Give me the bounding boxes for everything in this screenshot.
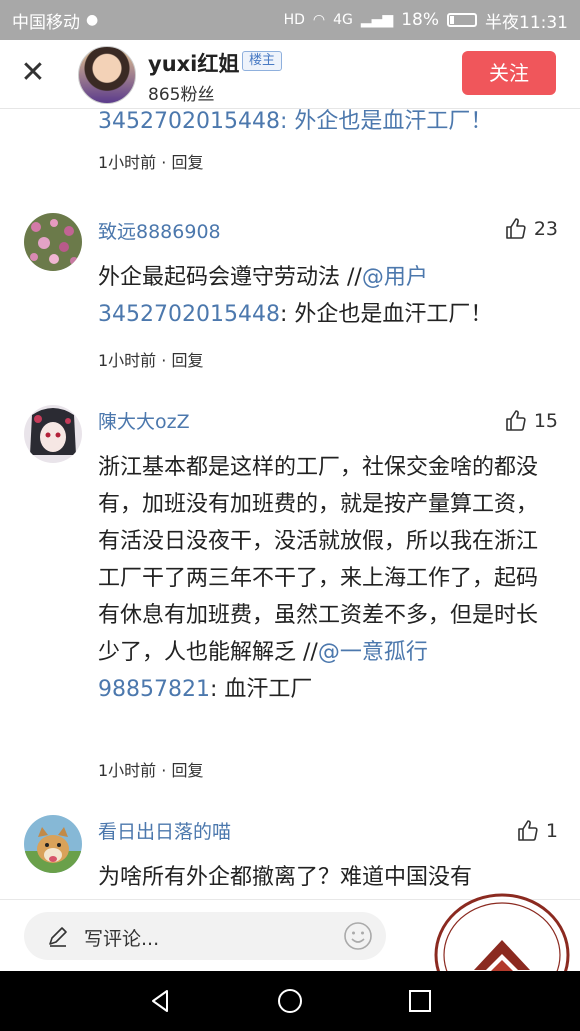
comment-meta[interactable]: 1小时前 · 回复 [98, 149, 203, 173]
comment-placeholder: 写评论... [84, 928, 160, 950]
battery-icon [447, 13, 477, 27]
signal-icon: ▂▄▆ [360, 12, 394, 28]
author-avatar[interactable] [78, 46, 136, 104]
comment-text: 为啥所有外企都撤离了？难道中国没有 [98, 859, 544, 896]
battery-percent: 18% [401, 10, 439, 30]
comment-text: 外企最起码会遵守劳动法 //@用户3452702015448: 外企也是血汗工厂… [98, 259, 544, 333]
like-count: 15 [533, 410, 558, 432]
comment-body: 外企最起码会遵守劳动法 // [98, 265, 362, 290]
wifi-icon: ◠ [312, 12, 326, 28]
carrier-label: 中国移动 [12, 12, 80, 33]
like-count: 23 [533, 218, 558, 240]
like-button[interactable]: 15 [504, 409, 558, 433]
commenter-avatar[interactable] [24, 405, 82, 463]
thumbs-up-icon [506, 410, 526, 431]
owner-badge: 楼主 [242, 51, 283, 71]
comment-input[interactable]: 写评论... [24, 912, 386, 960]
hd-label: HD [283, 12, 305, 28]
thumbs-up-icon [506, 218, 526, 239]
status-bar: 中国移动 ● HD ◠ 4G ▂▄▆ 18% 半夜11:31 [0, 0, 580, 40]
author-name[interactable]: yuxi红姐 [148, 48, 239, 78]
clock: 半夜11:31 [485, 12, 568, 33]
home-circle-icon[interactable] [275, 986, 305, 1016]
follow-button[interactable]: 关注 [462, 51, 556, 95]
message-bubble-icon: ● [86, 12, 99, 28]
commenter-name[interactable]: 致远8886908 [98, 217, 221, 244]
commenter-name[interactable]: 陳大大ozZ [98, 407, 190, 434]
comment-body-tail: : 外企也是血汗工厂！ [279, 302, 493, 327]
comment-body: 为啥所有外企都撤离了？难道中国没有 [98, 865, 473, 890]
comment-meta[interactable]: 1小时前 · 回复 [98, 347, 203, 371]
system-nav-bar [0, 971, 580, 1031]
comment-body-tail: : 血汗工厂 [209, 677, 313, 702]
comment-meta[interactable]: 1小时前 · 回复 [98, 757, 203, 781]
commenter-avatar[interactable] [24, 213, 82, 271]
like-button[interactable]: 1 [516, 819, 558, 843]
close-icon[interactable]: ✕ [16, 56, 50, 90]
pen-icon [49, 927, 67, 947]
comment-body: 浙江基本都是这样的工厂，社保交金啥的都没有，加班没有加班费的，就是按产量算工资，… [98, 455, 539, 665]
like-count: 1 [545, 820, 558, 842]
emoji-icon[interactable] [342, 920, 374, 952]
like-button[interactable]: 23 [504, 217, 558, 241]
post-header: ✕ yuxi红姐 楼主 865粉丝 关注 [0, 40, 580, 109]
fans-count: 865粉丝 [148, 85, 215, 105]
back-triangle-icon[interactable] [145, 986, 175, 1016]
comment-list: 3452702015448: 外企也是血汗工厂！ 1小时前 · 回复 致远888… [0, 109, 580, 899]
commenter-name[interactable]: 看日出日落的喵 [98, 817, 231, 844]
commenter-avatar[interactable] [24, 815, 82, 873]
comment-text: 浙江基本都是这样的工厂，社保交金啥的都没有，加班没有加班费的，就是按产量算工资，… [98, 449, 544, 708]
comment-mention[interactable]: 3452702015448: 外企也是血汗工厂！ [98, 109, 492, 134]
comment-text: 3452702015448: 外企也是血汗工厂！ [98, 109, 544, 140]
network-type: 4G [333, 12, 353, 28]
thumbs-up-icon [518, 820, 538, 841]
battery-fill [450, 16, 455, 24]
recent-apps-square-icon[interactable] [405, 986, 435, 1016]
